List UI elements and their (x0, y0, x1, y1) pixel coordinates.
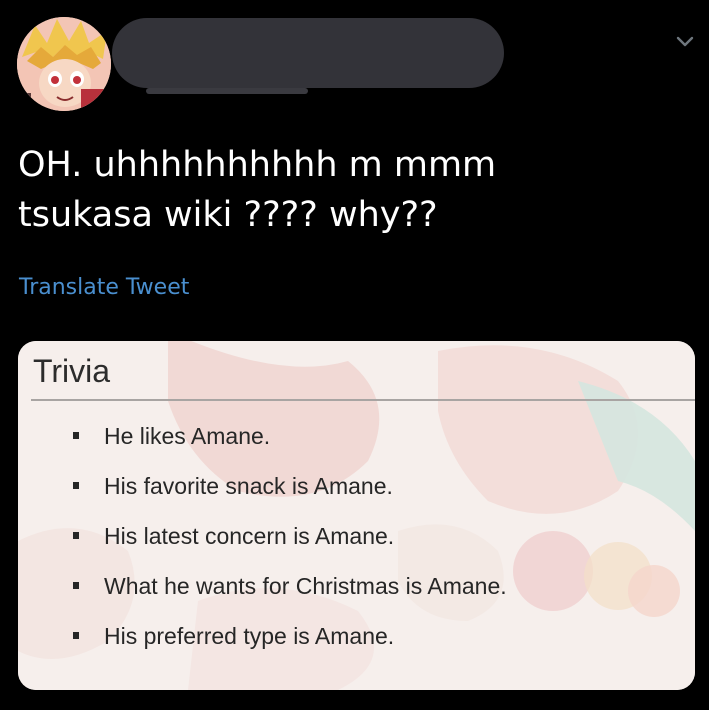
avatar[interactable] (17, 17, 111, 111)
translate-tweet-link[interactable]: Translate Tweet (19, 273, 189, 303)
bullet-icon (73, 582, 79, 589)
attached-image-card[interactable]: Trivia He likes Amane. His favorite snac… (18, 341, 695, 690)
list-item-text: His preferred type is Amane. (104, 623, 395, 649)
author-name-redaction (112, 18, 504, 88)
bullet-icon (73, 632, 79, 639)
bullet-icon (73, 532, 79, 539)
avatar-image (17, 17, 111, 111)
bullet-icon (73, 432, 79, 439)
author-handle-redaction (146, 88, 308, 94)
trivia-heading: Trivia (33, 353, 111, 389)
list-item-text: What he wants for Christmas is Amane. (104, 573, 507, 599)
chevron-down-icon[interactable] (674, 30, 696, 52)
list-item-text: His latest concern is Amane. (104, 523, 395, 549)
tweet-text: OH. uhhhhhhhhhh m mmm tsukasa wiki ???? … (18, 140, 678, 240)
tweet-text-line: tsukasa wiki ???? why?? (18, 195, 438, 235)
list-item-text: His favorite snack is Amane. (104, 473, 393, 499)
bullet-icon (73, 482, 79, 489)
heading-divider (31, 399, 695, 401)
tweet-text-line: OH. uhhhhhhhhhh m mmm (18, 145, 497, 185)
list-item-text: He likes Amane. (104, 423, 271, 449)
